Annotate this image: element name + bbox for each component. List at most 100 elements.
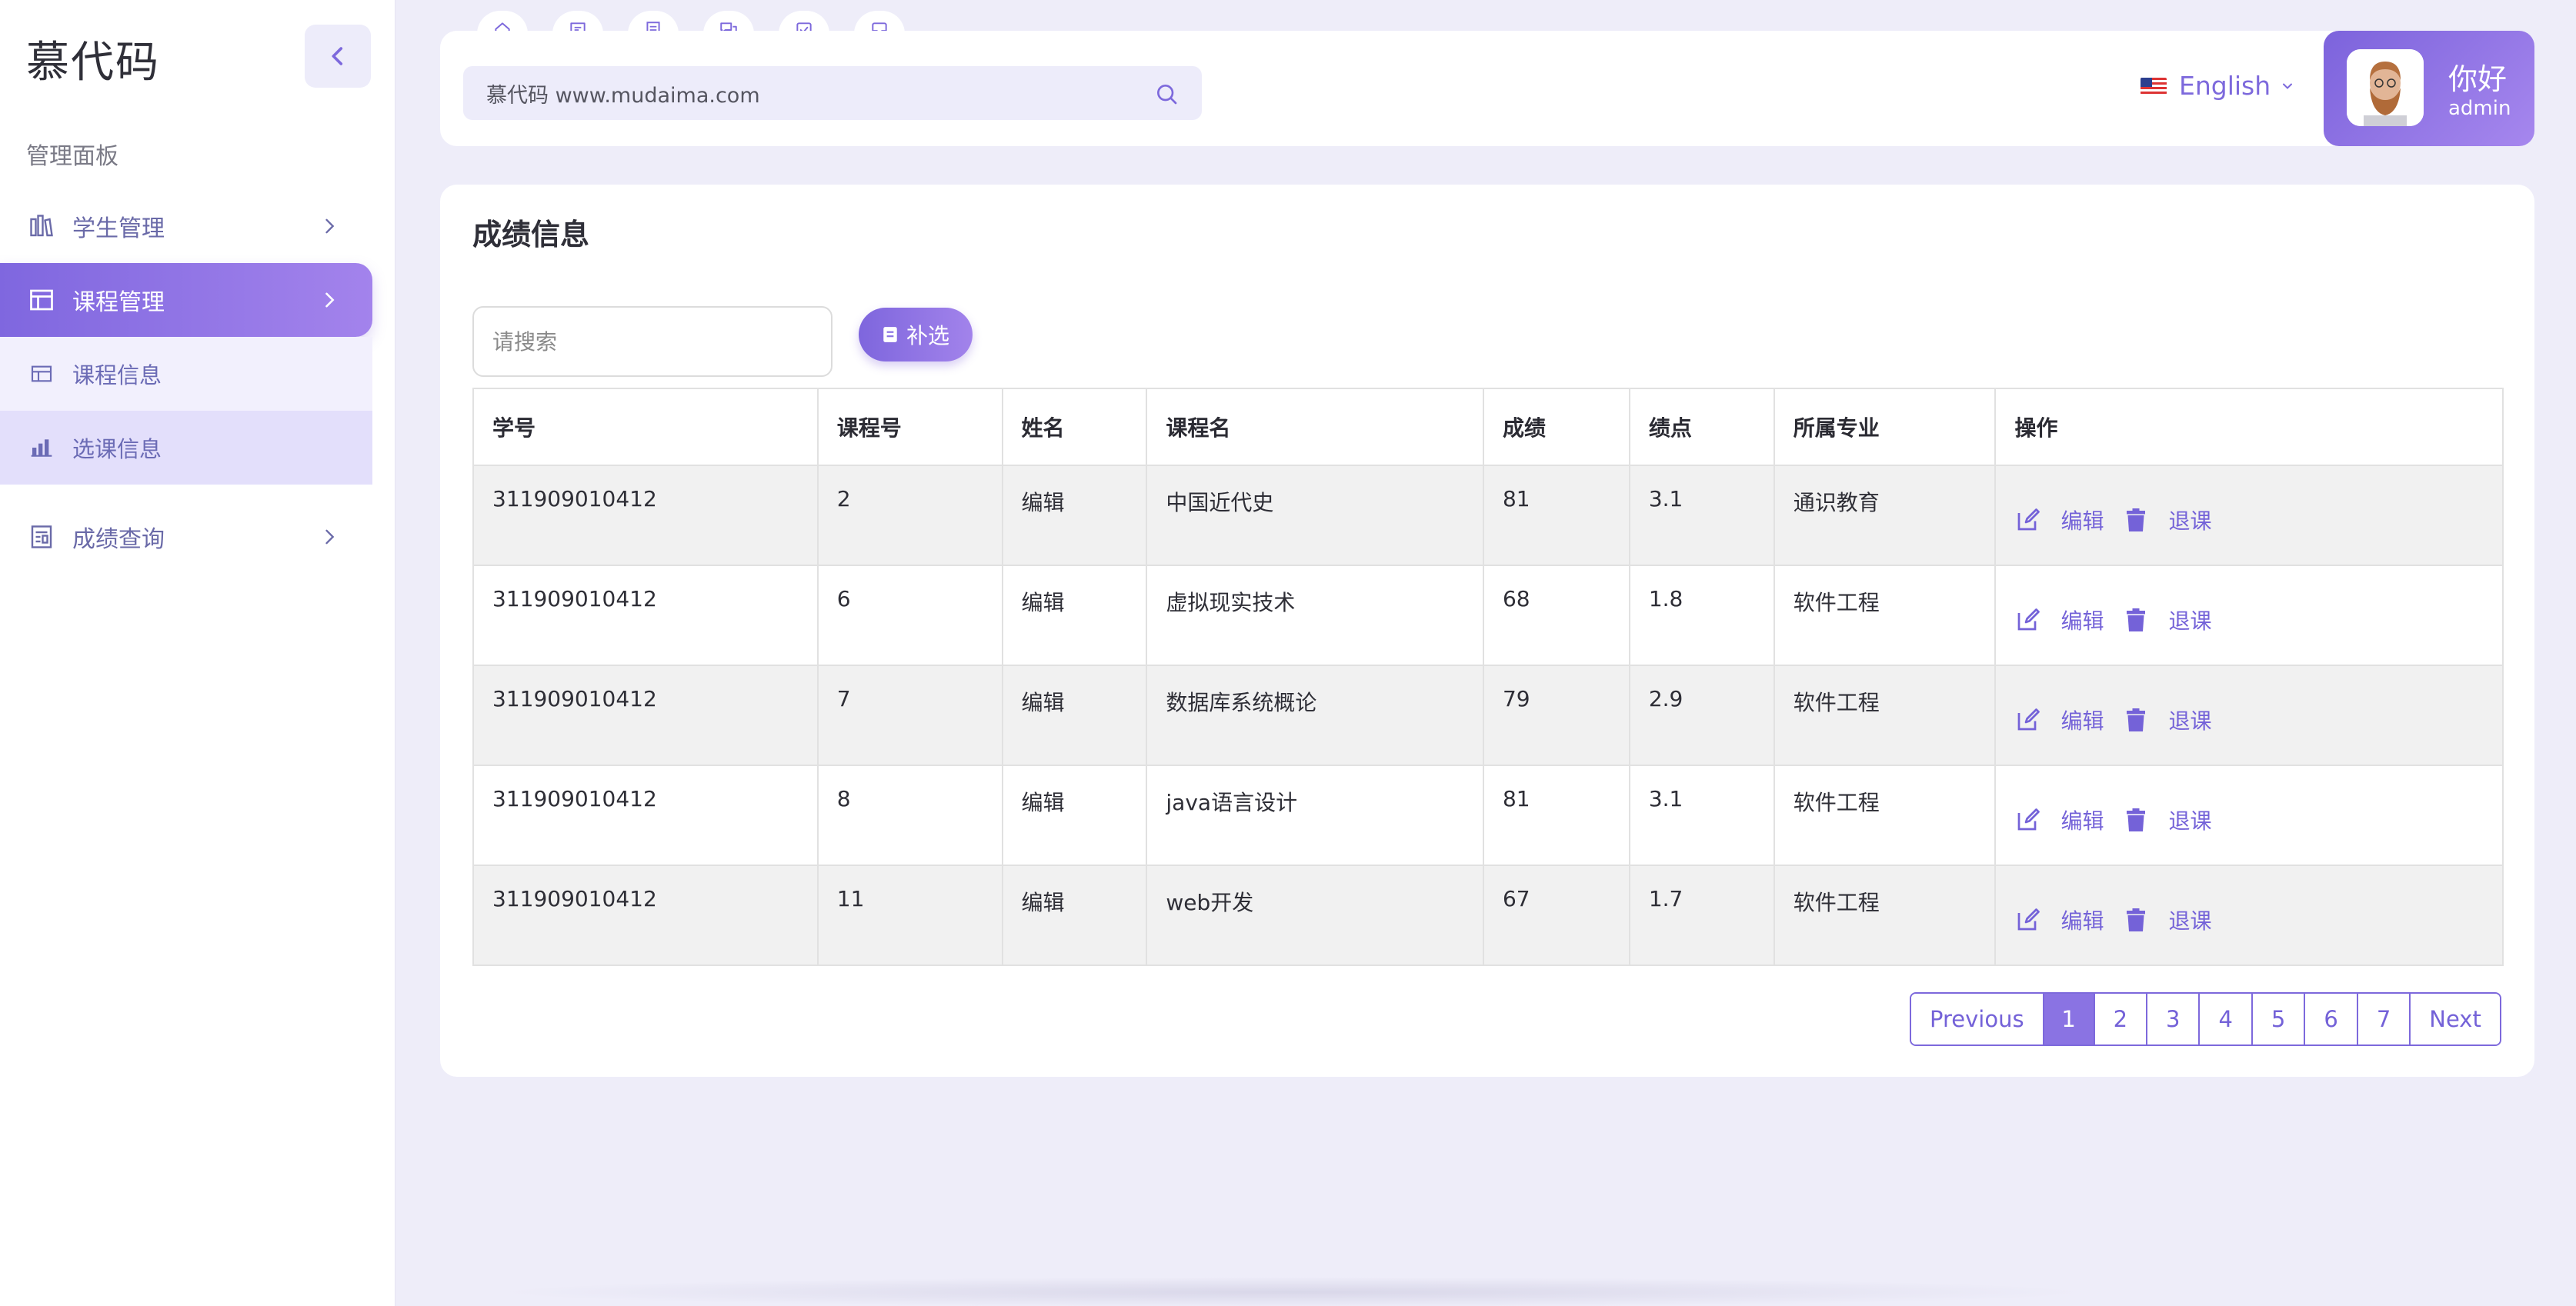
drop-course-link[interactable]: 退课 xyxy=(2168,805,2211,835)
supplementary-selection-button[interactable]: 补选 xyxy=(859,308,973,361)
major-cell: 软件工程 xyxy=(1773,565,1997,666)
column-header: 操作 xyxy=(1994,388,2504,466)
student-id-cell: 311909010412 xyxy=(472,865,819,966)
sidebar-subitem-course-info[interactable]: 课程信息 xyxy=(0,337,372,411)
column-header[interactable]: 姓名 xyxy=(1001,388,1148,466)
pagination-next[interactable]: Next xyxy=(2411,994,2500,1044)
pagination-page-1[interactable]: 1 xyxy=(2044,994,2095,1044)
page-title: 成绩信息 xyxy=(472,218,590,252)
sidebar-item-label: 学生管理 xyxy=(72,215,165,242)
top-header: English xyxy=(440,31,2534,146)
user-profile-card[interactable]: 你好 admin xyxy=(2324,31,2534,146)
language-label: English xyxy=(2179,71,2271,101)
bar-chart-icon xyxy=(26,432,57,463)
sidebar-item-courses[interactable]: 课程管理 xyxy=(0,263,372,337)
table-search-input[interactable] xyxy=(472,306,833,377)
edit-link[interactable]: 编辑 xyxy=(2060,505,2104,535)
student-id-cell: 311909010412 xyxy=(472,765,819,866)
score-cell: 81 xyxy=(1482,765,1630,866)
footer-shadow xyxy=(492,1277,2093,1306)
table-row: 311909010412 11 编辑 web开发 67 1.7 软件工程 编辑 … xyxy=(472,865,2504,966)
course-name-cell: 中国近代史 xyxy=(1146,465,1484,566)
score-cell: 79 xyxy=(1482,665,1630,766)
edit-link[interactable]: 编辑 xyxy=(2060,905,2104,935)
pagination-page-3[interactable]: 3 xyxy=(2147,994,2201,1044)
column-header[interactable]: 课程号 xyxy=(816,388,1003,466)
actions-cell: 编辑 退课 xyxy=(1994,865,2504,966)
global-search xyxy=(463,66,1202,120)
gpa-cell: 3.1 xyxy=(1628,465,1775,566)
major-cell: 通识教育 xyxy=(1773,465,1997,566)
course-id-cell: 2 xyxy=(816,465,1003,566)
actions-cell: 编辑 退课 xyxy=(1994,565,2504,666)
sidebar-subitem-enrollment-info[interactable]: 选课信息 xyxy=(0,411,372,485)
table-icon xyxy=(26,285,57,315)
chevron-right-icon xyxy=(325,218,335,234)
column-header[interactable]: 所属专业 xyxy=(1773,388,1997,466)
global-search-input[interactable] xyxy=(486,81,1117,105)
course-name-cell: 虚拟现实技术 xyxy=(1146,565,1484,666)
pagination-page-4[interactable]: 4 xyxy=(2200,994,2253,1044)
pagination-page-2[interactable]: 2 xyxy=(2094,994,2148,1044)
name-cell: 编辑 xyxy=(1001,565,1148,666)
edit-icon[interactable] xyxy=(2014,606,2042,634)
edit-icon[interactable] xyxy=(2014,806,2042,834)
trash-icon[interactable] xyxy=(2122,506,2150,534)
chevron-right-icon xyxy=(325,292,335,308)
sidebar-item-grade-query[interactable]: 成绩查询 xyxy=(0,500,372,574)
edit-link[interactable]: 编辑 xyxy=(2060,805,2104,835)
name-cell: 编辑 xyxy=(1001,865,1148,966)
sidebar-item-label: 课程管理 xyxy=(72,289,165,316)
sidebar-subitem-label: 选课信息 xyxy=(72,436,162,462)
edit-icon[interactable] xyxy=(2014,906,2042,934)
table-row: 311909010412 7 编辑 数据库系统概论 79 2.9 软件工程 编辑… xyxy=(472,665,2504,766)
column-header[interactable]: 课程名 xyxy=(1146,388,1484,466)
name-cell: 编辑 xyxy=(1001,465,1148,566)
column-header[interactable]: 成绩 xyxy=(1482,388,1630,466)
trash-icon[interactable] xyxy=(2122,606,2150,634)
column-header[interactable]: 学号 xyxy=(472,388,819,466)
edit-icon[interactable] xyxy=(2014,706,2042,734)
student-id-cell: 311909010412 xyxy=(472,565,819,666)
drop-course-link[interactable]: 退课 xyxy=(2168,705,2211,735)
table-row: 311909010412 2 编辑 中国近代史 81 3.1 通识教育 编辑 退… xyxy=(472,465,2504,566)
actions-cell: 编辑 退课 xyxy=(1994,665,2504,766)
sidebar-item-students[interactable]: 学生管理 xyxy=(0,189,372,263)
name-cell: 编辑 xyxy=(1001,765,1148,866)
edit-link[interactable]: 编辑 xyxy=(2060,605,2104,635)
document-icon xyxy=(883,327,897,342)
actions-cell: 编辑 退课 xyxy=(1994,465,2504,566)
greeting-text: 你好 xyxy=(2448,62,2508,96)
trash-icon[interactable] xyxy=(2122,906,2150,934)
trash-icon[interactable] xyxy=(2122,806,2150,834)
drop-course-link[interactable]: 退课 xyxy=(2168,505,2211,535)
trash-icon[interactable] xyxy=(2122,706,2150,734)
course-name-cell: web开发 xyxy=(1146,865,1484,966)
app-root: 慕代码 管理面板 学生管理 课程管理 课程信息 选课信息 成绩查询 慕代码 ww… xyxy=(0,0,2576,1306)
pagination-previous[interactable]: Previous xyxy=(1911,994,2044,1044)
grades-table: 学号 课程号 姓名 课程名 成绩 绩点 所属专业 操作 311909010412… xyxy=(472,388,2504,966)
drop-course-link[interactable]: 退课 xyxy=(2168,605,2211,635)
major-cell: 软件工程 xyxy=(1773,765,1997,866)
edit-icon[interactable] xyxy=(2014,506,2042,534)
score-cell: 67 xyxy=(1482,865,1630,966)
pagination-page-7[interactable]: 7 xyxy=(2357,994,2411,1044)
table-header-row: 学号 课程号 姓名 课程名 成绩 绩点 所属专业 操作 xyxy=(472,388,2504,466)
edit-link[interactable]: 编辑 xyxy=(2060,705,2104,735)
chevron-left-icon xyxy=(332,47,343,65)
course-id-cell: 11 xyxy=(816,865,1003,966)
sidebar: 慕代码 管理面板 学生管理 课程管理 课程信息 选课信息 成绩查询 xyxy=(0,0,395,1306)
gpa-cell: 3.1 xyxy=(1628,765,1775,866)
student-id-cell: 311909010412 xyxy=(472,665,819,766)
pagination-page-6[interactable]: 6 xyxy=(2305,994,2358,1044)
students-icon xyxy=(26,211,57,242)
pagination-page-5[interactable]: 5 xyxy=(2252,994,2306,1044)
language-selector[interactable]: English xyxy=(2141,71,2295,101)
column-header[interactable]: 绩点 xyxy=(1628,388,1775,466)
drop-course-link[interactable]: 退课 xyxy=(2168,905,2211,935)
collapse-sidebar-button[interactable] xyxy=(305,25,371,88)
search-icon[interactable] xyxy=(1154,82,1179,106)
brand-logo: 慕代码 xyxy=(26,38,160,88)
course-name-cell: 数据库系统概论 xyxy=(1146,665,1484,766)
grades-card: 成绩信息 补选 学号 课程号 姓名 课程名 成绩 绩点 所属专业 操作 xyxy=(440,185,2534,1077)
